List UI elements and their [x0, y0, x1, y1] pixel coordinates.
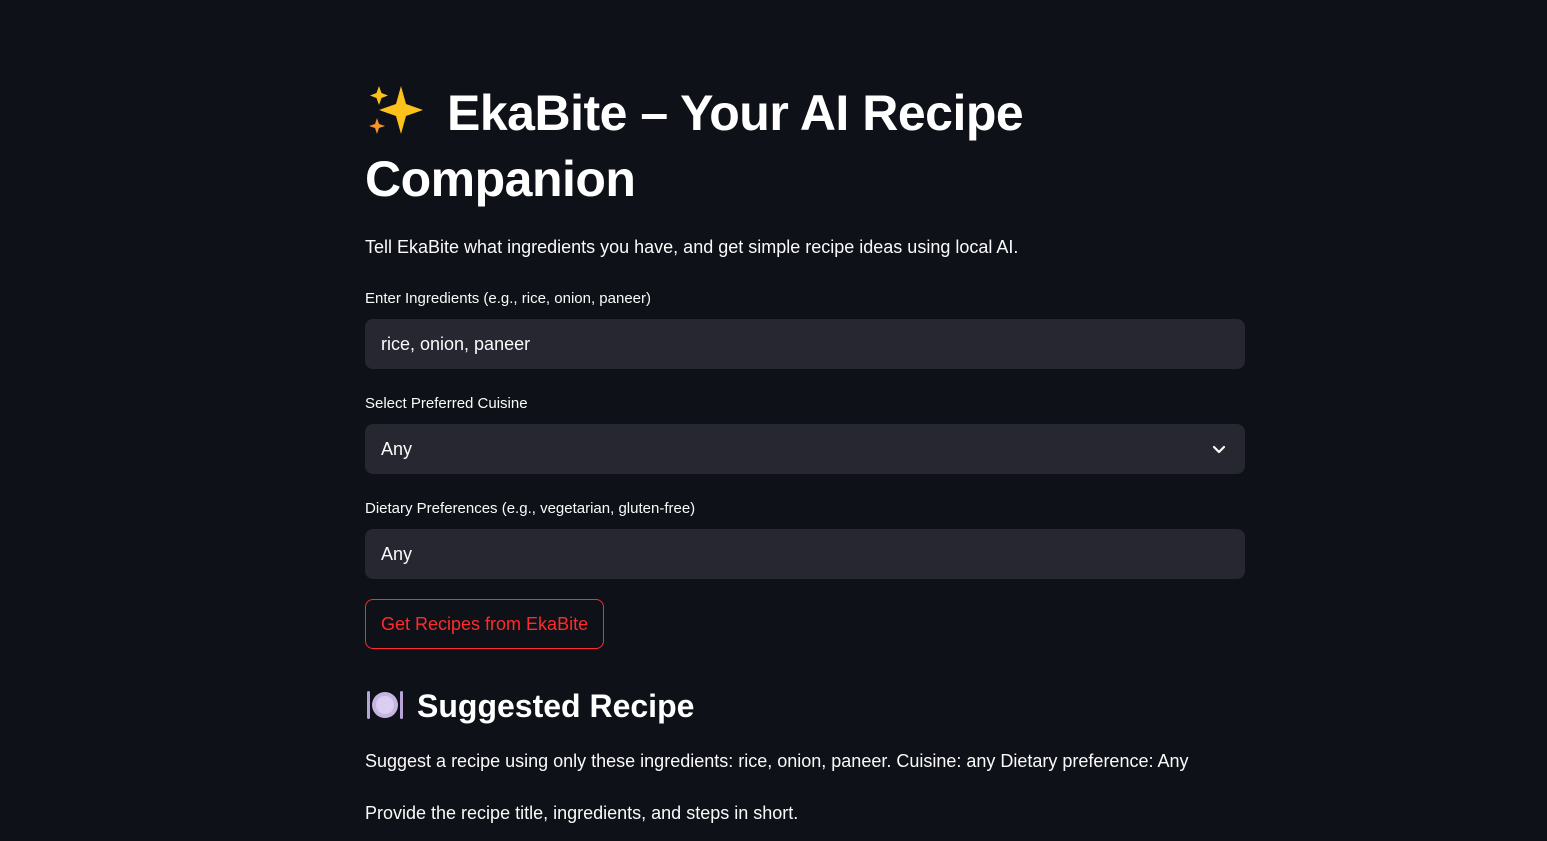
suggested-recipe-title: Suggested Recipe	[417, 688, 695, 724]
get-recipes-button[interactable]: Get Recipes from EkaBite	[365, 599, 605, 649]
page-title-text: EkaBite – Your AI Recipe Companion	[365, 85, 1024, 207]
suggested-recipe-heading: Suggested Recipe	[365, 684, 694, 728]
dietary-field-container	[365, 529, 1245, 579]
ingredients-label: Enter Ingredients (e.g., rice, onion, pa…	[365, 290, 651, 307]
cuisine-label: Select Preferred Cuisine	[365, 395, 528, 412]
page-title: EkaBite – Your AI Recipe Companion	[365, 80, 1065, 212]
recipe-prompt-line-2: Provide the recipe title, ingredients, a…	[365, 803, 799, 823]
dietary-input[interactable]	[365, 529, 1245, 579]
ingredients-field-container	[365, 319, 1245, 369]
sparkles-icon	[369, 86, 423, 134]
cuisine-select[interactable]: Any	[365, 424, 1245, 474]
recipe-prompt-line-1: Suggest a recipe using only these ingred…	[365, 751, 1189, 771]
cuisine-selected-value: Any	[381, 439, 413, 459]
chevron-down-icon[interactable]	[1211, 441, 1227, 457]
ingredients-input[interactable]	[365, 319, 1245, 369]
page-subtitle: Tell EkaBite what ingredients you have, …	[365, 237, 1019, 257]
plate-with-cutlery-icon	[367, 691, 403, 719]
dietary-label: Dietary Preferences (e.g., vegetarian, g…	[365, 500, 696, 517]
